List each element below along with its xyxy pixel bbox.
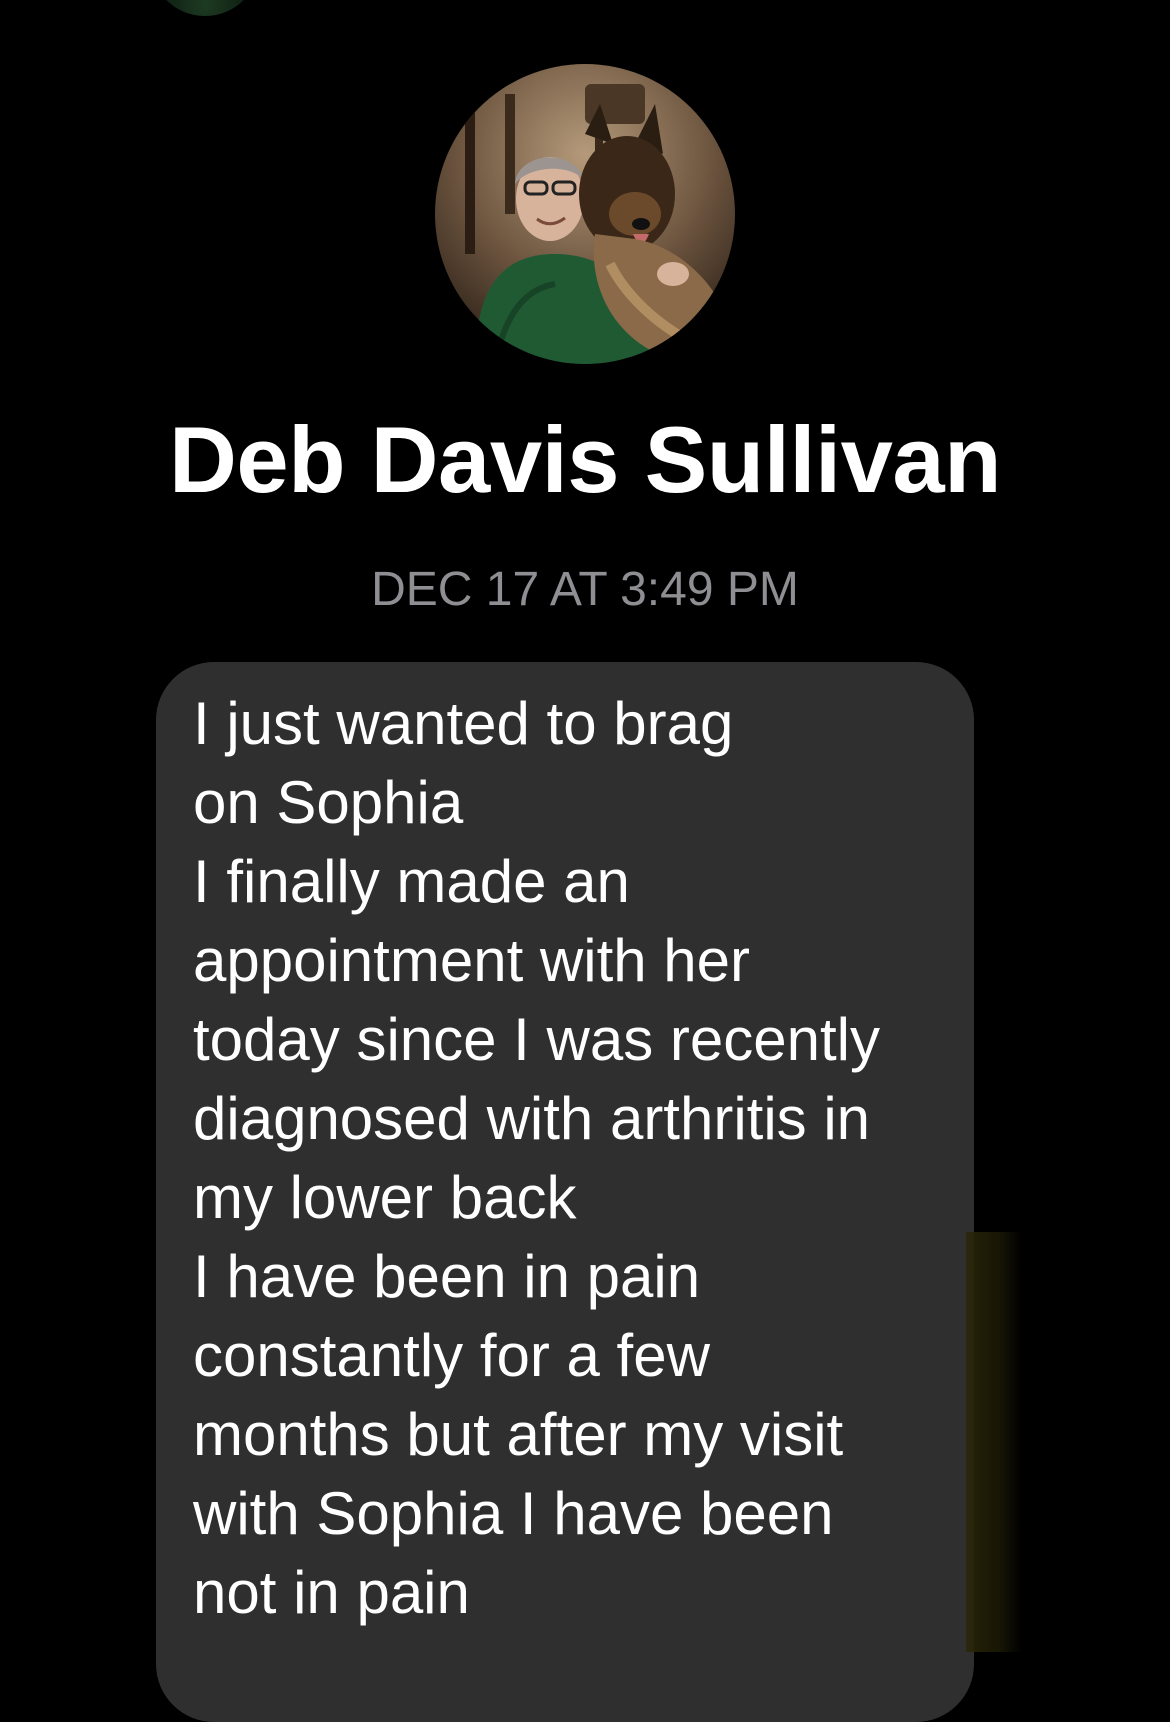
message-timestamp: DEC 17 AT 3:49 PM: [371, 563, 799, 616]
contact-name[interactable]: Deb Davis Sullivan: [0, 405, 1170, 515]
contact-avatar[interactable]: [435, 64, 735, 364]
avatar-photo-icon: [435, 64, 735, 364]
corner-avatar[interactable]: [150, 0, 260, 16]
message-bubble[interactable]: I just wanted to brag on Sophia I finall…: [156, 662, 974, 1722]
scroll-edge-highlight: [966, 1232, 1022, 1652]
message-text: I just wanted to brag on Sophia I finall…: [193, 690, 880, 1626]
